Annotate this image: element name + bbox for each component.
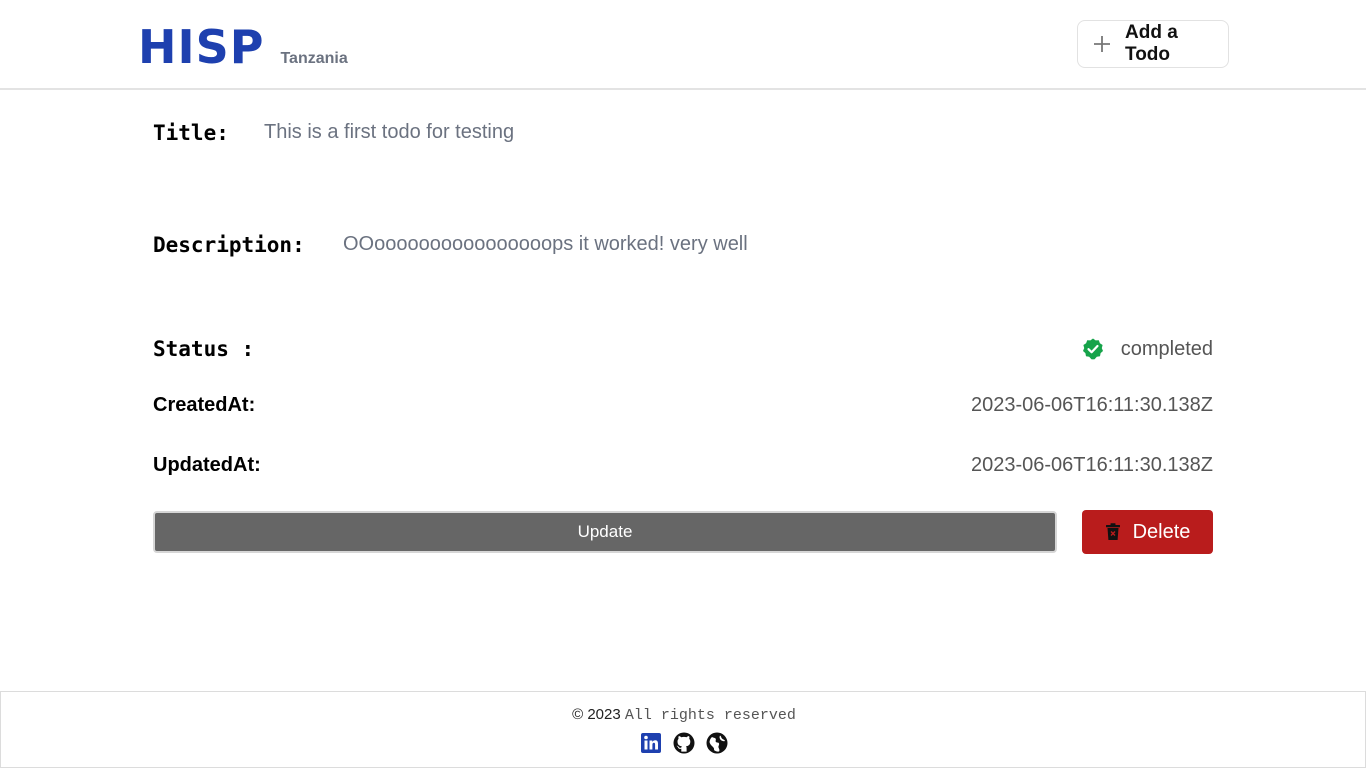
globe-icon[interactable] [706,732,728,754]
plus-icon [1092,34,1112,54]
github-icon[interactable] [673,732,695,754]
delete-button[interactable]: Delete [1082,510,1213,554]
footer: © 2023 All rights reserved [0,691,1366,768]
status-badge: completed [1081,337,1213,361]
linkedin-icon[interactable] [640,732,662,754]
add-todo-label: Add a Todo [1125,22,1178,65]
status-label: Status : [153,337,255,361]
updated-at-value: 2023-06-06T16:11:30.138Z [970,454,1213,476]
copyright-year: © 2023 [572,706,621,723]
brand-name: HISP [138,20,265,74]
status-value: completed [1120,337,1213,360]
title-label: Title: [153,121,229,145]
created-at-label: CreatedAt: [153,394,256,416]
trash-icon [1105,523,1121,541]
description-value: OOoooooooooooooooops it worked! very wel… [343,233,748,255]
brand-subtitle: Tanzania [280,50,348,67]
delete-button-label: Delete [1132,520,1191,543]
updated-at-label: UpdatedAt: [153,454,261,476]
top-navbar: HISP Tanzania Add a Todo [0,0,1366,90]
verified-check-icon [1081,337,1105,361]
social-links [1,732,1366,754]
update-button[interactable]: Update [153,511,1057,553]
created-at-value: 2023-06-06T16:11:30.138Z [970,394,1213,416]
brand[interactable]: HISP Tanzania [138,20,348,74]
add-todo-button[interactable]: Add a Todo [1077,20,1229,68]
title-value: This is a first todo for testing [264,121,515,143]
description-label: Description: [153,233,305,257]
rights-text: All rights reserved [624,707,796,724]
update-button-label: Update [577,522,633,541]
copyright-text: © 2023 All rights reserved [1,706,1366,724]
